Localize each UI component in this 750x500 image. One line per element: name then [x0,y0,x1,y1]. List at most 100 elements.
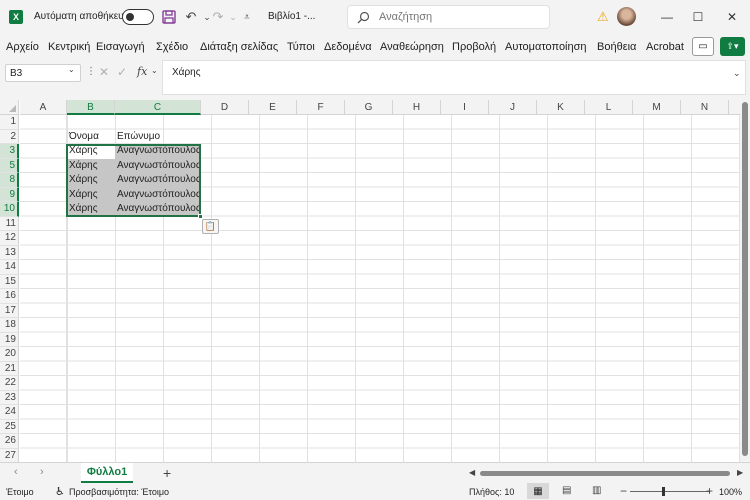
column-header[interactable]: L [585,100,633,115]
column-header[interactable]: E [249,100,297,115]
zoom-level[interactable]: 100% [719,487,742,497]
column-header[interactable]: B [67,100,115,115]
row-header[interactable]: 13 [0,245,19,260]
row-header[interactable]: 26 [0,434,19,449]
zoom-slider-thumb[interactable] [662,487,665,496]
add-sheet-icon[interactable]: + [163,465,171,481]
tab-home[interactable]: Κεντρική [48,41,90,53]
row-header[interactable]: 8 [0,173,19,188]
cell-c2[interactable]: Επώνυμο [115,130,201,145]
sheet-tab[interactable]: Φύλλο1 [81,463,133,483]
column-header[interactable]: C [115,100,201,115]
cell-c3[interactable]: Αναγνωστόπουλος [115,144,201,159]
cell-b3[interactable]: Χάρης [67,144,115,159]
chevron-left-icon[interactable]: ‹ [14,466,18,478]
maximize-icon[interactable]: ☐ [686,6,710,28]
row-header[interactable]: 12 [0,231,19,246]
tab-automate[interactable]: Αυτοματοποίηση [505,41,587,53]
worksheet-grid[interactable]: A B C D E F G H I J K L M N 1 2 3 5 8 9 … [0,100,740,462]
paste-options-icon[interactable]: 📋 [202,219,219,234]
tab-view[interactable]: Προβολή [452,41,496,53]
row-header[interactable]: 24 [0,405,19,420]
column-header[interactable] [729,100,740,115]
row-header[interactable]: 3 [0,144,19,159]
cancel-icon[interactable]: ✕ [99,65,109,79]
row-header[interactable]: 5 [0,158,19,173]
tab-formulas[interactable]: Τύποι [287,41,315,53]
row-header[interactable]: 19 [0,332,19,347]
close-icon[interactable]: ✕ [720,6,744,28]
row-header[interactable]: 22 [0,376,19,391]
row-header[interactable]: 27 [0,448,19,462]
formula-input[interactable]: Χάρης [162,60,746,95]
zoom-slider[interactable] [630,491,710,492]
fill-handle[interactable] [198,213,203,219]
column-header[interactable]: A [20,100,67,115]
tab-page-layout[interactable]: Διάταξη σελίδας [200,41,278,53]
cell-b9[interactable]: Χάρης [67,187,115,202]
row-header[interactable]: 17 [0,303,19,318]
normal-view-icon[interactable]: ▦ [527,483,549,499]
scroll-thumb[interactable] [742,102,748,456]
avatar[interactable] [617,7,636,26]
row-header[interactable]: 16 [0,289,19,304]
zoom-out-icon[interactable]: − [620,484,627,498]
column-header[interactable]: F [297,100,345,115]
accessibility-status[interactable]: Προσβασιμότητα: Έτοιμο [69,487,169,497]
row-header[interactable]: 14 [0,260,19,275]
comments-button[interactable]: ▭ [692,37,714,56]
cell-b8[interactable]: Χάρης [67,173,115,188]
column-header[interactable]: J [489,100,537,115]
save-icon[interactable] [160,8,178,26]
enter-check-icon[interactable]: ✓ [117,65,127,79]
search-box[interactable] [347,5,550,29]
column-header[interactable]: H [393,100,441,115]
column-header[interactable]: D [201,100,249,115]
column-header[interactable]: N [681,100,729,115]
insert-function-icon[interactable]: fx [137,65,147,78]
row-header[interactable]: 23 [0,390,19,405]
column-header[interactable]: K [537,100,585,115]
column-header[interactable]: I [441,100,489,115]
autosave-toggle[interactable] [122,9,154,25]
minimize-icon[interactable]: — [655,6,679,28]
scroll-left-icon[interactable]: ◀ [469,468,475,477]
row-header[interactable]: 11 [0,216,19,231]
cell-b2[interactable]: Όνομα [67,130,115,145]
tab-file[interactable]: Αρχείο [6,41,39,53]
row-header[interactable]: 20 [0,347,19,362]
cell-b10[interactable]: Χάρης [67,202,115,217]
page-break-view-icon[interactable]: ▥ [592,485,601,496]
page-layout-view-icon[interactable]: ▤ [562,485,571,496]
tab-acrobat[interactable]: Acrobat [646,41,684,53]
chevron-down-icon[interactable]: ⌄ [68,65,75,74]
row-header[interactable]: 15 [0,274,19,289]
share-button[interactable]: ⇪▾ [720,37,745,56]
expand-formula-bar-icon[interactable]: ⌄ [733,68,741,79]
scroll-right-icon[interactable]: ▶ [737,468,743,477]
row-header[interactable]: 25 [0,419,19,434]
tab-help[interactable]: Βοήθεια [597,41,636,53]
row-header[interactable]: 2 [0,129,19,144]
cell-c5[interactable]: Αναγνωστόπουλος [115,158,201,173]
customize-toolbar-icon[interactable]: ⩡ [238,8,256,26]
horizontal-scrollbar[interactable] [480,471,730,476]
row-header[interactable]: 18 [0,318,19,333]
row-header[interactable]: 21 [0,361,19,376]
cell-b5[interactable]: Χάρης [67,158,115,173]
warning-icon[interactable]: ⚠ [597,9,609,25]
cell-c9[interactable]: Αναγνωστόπουλος [115,187,201,202]
search-input[interactable] [379,11,539,23]
tab-insert[interactable]: Εισαγωγή [96,41,145,53]
zoom-in-icon[interactable]: + [706,484,713,498]
select-all-corner[interactable] [0,100,19,115]
function-dropdown-icon[interactable]: ⌄ [151,66,158,75]
column-header[interactable]: M [633,100,681,115]
column-header[interactable]: G [345,100,393,115]
row-header[interactable]: 10 [0,202,19,217]
row-header[interactable]: 9 [0,187,19,202]
more-options-icon[interactable]: ⋮ [86,66,96,77]
tab-draw[interactable]: Σχέδιο [156,41,188,53]
cell-c8[interactable]: Αναγνωστόπουλος [115,173,201,188]
tab-review[interactable]: Αναθεώρηση [380,41,444,53]
